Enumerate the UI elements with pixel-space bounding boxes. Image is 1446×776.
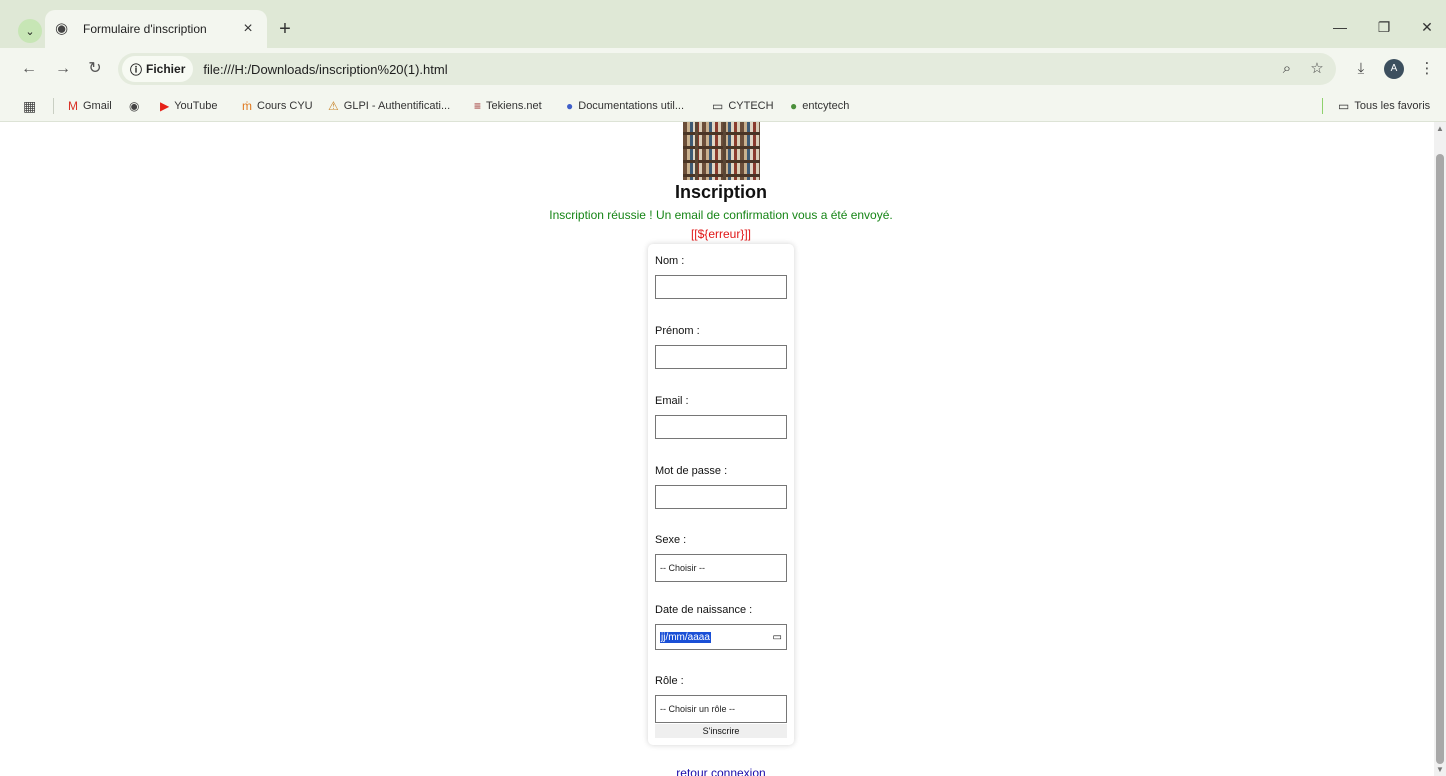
bookmark-label: Gmail [83,100,112,112]
reload-icon[interactable]: ↻ [84,58,106,80]
bookmarks-bar: ▦ M Gmail ◉ ▶ YouTube ṁ Cours CYU ⚠ GLPI… [0,90,1446,122]
prenom-input[interactable] [655,345,787,369]
email-input[interactable] [655,415,787,439]
new-tab-button[interactable]: + [274,18,296,40]
bookmarks-right-separator [1322,98,1323,114]
tab-title: Formulaire d'inscription [83,22,207,36]
sexe-label: Sexe : [655,534,687,546]
scroll-up-arrow-icon[interactable]: ▲ [1436,124,1444,133]
youtube-icon: ▶ [160,99,170,113]
password-input[interactable] [655,485,787,509]
menu-kebab-icon[interactable]: ⋮ [1416,58,1438,80]
site-info-label: Fichier [146,62,186,76]
bookmark-glpi[interactable]: ⚠ GLPI - Authentificati... [328,96,450,116]
error-message: [[${erreur}]] [690,227,752,241]
bookmark-cytech-folder[interactable]: ▭ CYTECH [712,96,774,116]
close-tab-icon[interactable]: × [239,20,257,38]
restore-icon[interactable]: ❐ [1373,16,1395,38]
scroll-down-arrow-icon[interactable]: ▼ [1436,765,1444,774]
role-select[interactable]: -- Choisir un rôle -- [655,695,787,723]
url-text[interactable]: file:///H:/Downloads/inscription%20(1).h… [203,62,1276,77]
info-icon: ⓘ [130,62,143,77]
back-arrow-icon[interactable]: ← [18,58,40,80]
vertical-scrollbar[interactable]: ▲ ▼ [1434,122,1446,776]
bookmark-cours-cyu[interactable]: ṁ Cours CYU [242,96,313,116]
prenom-label: Prénom : [655,325,700,337]
cy-icon: ● [566,99,574,113]
chevron-down-icon: ⌄ [25,25,35,38]
sexe-selected-value: -- Choisir -- [660,563,705,573]
bookmark-label: entcytech [802,100,850,112]
scrollbar-thumb[interactable] [1436,154,1444,764]
bookmark-globe[interactable]: ◉ [129,96,144,116]
bookmarks-separator [53,98,54,114]
bookmark-label: GLPI - Authentificati... [343,100,451,112]
all-bookmarks-label: Tous les favoris [1354,100,1431,112]
page-viewport: Inscription Inscription réussie ! Un ema… [0,122,1434,776]
signup-form: Nom : Prénom : Email : Mot de passe : Se… [648,244,794,745]
moodle-icon: ṁ [242,99,252,113]
bookmark-label: CYTECH [728,100,774,112]
bookmark-label: YouTube [174,100,218,112]
submit-button[interactable]: S'inscrire [655,724,787,738]
bookmark-gmail[interactable]: M Gmail [68,96,112,116]
folder-icon: ▭ [1338,99,1350,113]
glpi-icon: ⚠ [328,99,339,113]
globe-icon: ◉ [55,20,69,37]
role-label: Rôle : [655,675,684,687]
zoom-icon[interactable]: ⌕ [1276,58,1298,80]
library-image [683,122,760,180]
success-message: Inscription réussie ! Un email de confir… [549,208,893,222]
tab-strip: ⌄ ◉ Formulaire d'inscription × + — ❐ ✕ [0,0,1446,48]
address-bar[interactable]: ⓘ Fichier file:///H:/Downloads/inscripti… [118,53,1336,85]
bookmark-label: Tekiens.net [486,100,542,112]
sexe-select[interactable]: -- Choisir -- [655,554,787,582]
bookmark-documentations[interactable]: ● Documentations util... [566,96,684,116]
password-label: Mot de passe : [655,465,728,477]
gmail-icon: M [68,99,78,113]
back-to-login-link[interactable]: retour connexion [0,766,1434,776]
birthdate-placeholder: jj/mm/aaaa [660,631,711,643]
forward-arrow-icon[interactable]: → [52,58,74,80]
bookmark-tekiens[interactable]: ≡ Tekiens.net [474,96,542,116]
browser-toolbar: ← → ↻ ⓘ Fichier file:///H:/Downloads/ins… [0,48,1446,90]
active-tab[interactable]: ◉ Formulaire d'inscription × [45,10,267,48]
site-info-chip[interactable]: ⓘ Fichier [122,56,194,82]
apps-grid-icon[interactable]: ▦ [23,98,36,115]
role-selected-value: -- Choisir un rôle -- [660,704,736,714]
bookmark-label: Documentations util... [578,100,685,112]
globe-icon: ◉ [129,99,140,113]
download-icon[interactable]: ⤓ [1350,58,1372,80]
ent-icon: ● [790,99,798,113]
email-label: Email : [655,395,689,407]
birthdate-input[interactable]: jj/mm/aaaa ▭ [655,624,787,650]
nom-label: Nom : [655,255,685,267]
bookmark-entcytech[interactable]: ● entcytech [790,96,849,116]
profile-avatar[interactable]: A [1384,59,1404,79]
tab-search-button[interactable]: ⌄ [18,19,42,43]
close-window-icon[interactable]: ✕ [1416,16,1438,38]
all-bookmarks-folder[interactable]: ▭ Tous les favoris [1338,96,1430,116]
tekiens-icon: ≡ [474,99,482,113]
bookmark-youtube[interactable]: ▶ YouTube [160,96,217,116]
birthdate-label: Date de naissance : [655,604,753,616]
folder-icon: ▭ [712,99,724,113]
calendar-icon[interactable]: ▭ [773,632,782,643]
minimize-icon[interactable]: — [1329,16,1351,38]
bookmark-star-icon[interactable]: ☆ [1306,58,1328,80]
nom-input[interactable] [655,275,787,299]
page-title: Inscription [674,182,767,202]
bookmark-label: Cours CYU [257,100,313,112]
